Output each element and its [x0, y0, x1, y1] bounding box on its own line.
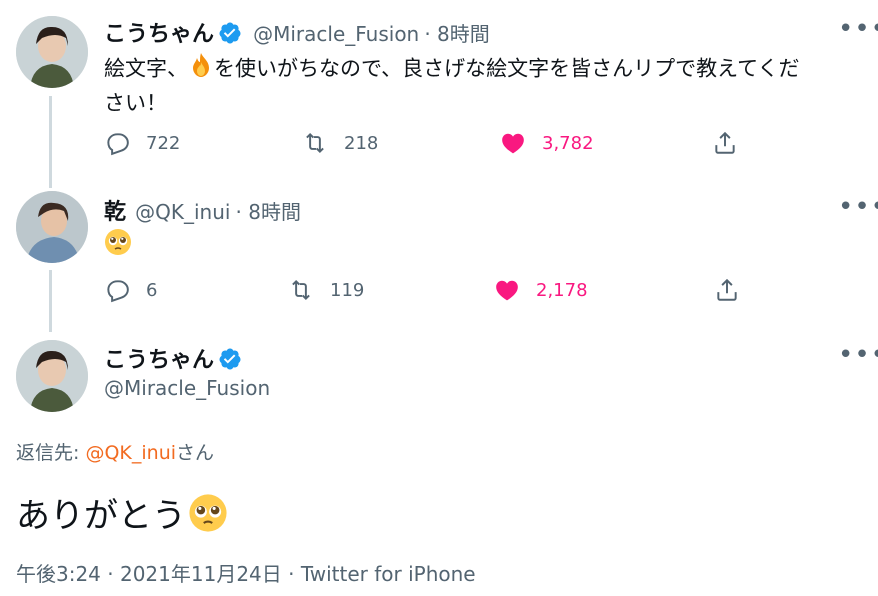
tweet-text-part: さい！: [104, 91, 167, 115]
retweet-count: 218: [344, 132, 379, 154]
tweet2-actions: 6 119 2,178: [104, 275, 844, 307]
share-button[interactable]: [714, 277, 740, 303]
reply-count: 6: [146, 279, 158, 301]
main-tweet-text: ありがとう: [16, 488, 228, 542]
main-name-row: こうちゃん: [104, 342, 242, 374]
reply-to-label: 返信先:: [16, 442, 80, 464]
reply-count: 722: [146, 132, 181, 154]
display-name[interactable]: こうちゃん: [104, 22, 214, 47]
heart-filled-icon: [496, 280, 518, 301]
retweet-icon: [306, 132, 324, 154]
thread-line: [49, 96, 52, 188]
display-name[interactable]: 乾: [104, 200, 126, 225]
tweet1-actions: 722 218 3,782: [104, 128, 844, 160]
avatar-kouchan[interactable]: [16, 16, 88, 88]
tweet-text-part: を使いがちなので、良さげな絵文字を皆さんリプで教えてくだ: [214, 56, 800, 81]
avatar-kouchan[interactable]: [16, 340, 88, 412]
reply-to-line: 返信先: @QK_inuiさん: [16, 438, 214, 465]
tweet-text: ありがとう: [16, 496, 186, 536]
more-options-icon[interactable]: •••: [838, 194, 878, 220]
tweet1-text: 絵文字、 を使いがちなので、良さげな絵文字を皆さんリプで教えてくだ さい！: [104, 52, 864, 119]
reply-mention-link[interactable]: @QK_inui: [85, 442, 176, 464]
like-button[interactable]: 3,782: [500, 130, 594, 156]
heart-filled-icon: [502, 133, 524, 154]
tweet2-header: 乾 @QK_inui · 8時間: [104, 194, 301, 226]
display-name[interactable]: こうちゃん: [104, 348, 214, 373]
tweet-text-part: 絵文字、: [104, 56, 188, 81]
share-icon: [715, 131, 735, 154]
timestamp[interactable]: · 8時間: [424, 22, 489, 46]
handle[interactable]: @QK_inui: [135, 200, 230, 224]
retweet-count: 119: [330, 279, 365, 301]
reply-icon: [107, 280, 129, 303]
tweet-timestamp-source[interactable]: 午後3:24 · 2021年11月24日 · Twitter for iPhon…: [16, 558, 476, 587]
thread-line: [49, 270, 52, 332]
pleading-face-emoji-icon: [188, 493, 228, 542]
reply-button[interactable]: 6: [104, 277, 157, 303]
like-count: 2,178: [536, 279, 588, 301]
more-options-icon[interactable]: •••: [838, 342, 878, 368]
share-button[interactable]: [712, 130, 738, 156]
like-button[interactable]: 2,178: [494, 277, 588, 303]
avatar-inui[interactable]: [16, 191, 88, 263]
pleading-face-emoji-icon: [104, 228, 132, 260]
fire-emoji-icon: [188, 52, 214, 87]
verified-badge-icon: [219, 22, 241, 44]
reply-to-suffix: さん: [176, 442, 215, 464]
share-icon: [717, 278, 737, 301]
handle[interactable]: @Miracle_Fusion: [253, 22, 419, 46]
like-count: 3,782: [542, 132, 594, 154]
reply-button[interactable]: 722: [104, 130, 180, 156]
timestamp[interactable]: · 8時間: [236, 200, 301, 224]
retweet-button[interactable]: 119: [288, 277, 364, 303]
retweet-button[interactable]: 218: [302, 130, 378, 156]
tweet1-header: こうちゃん @Miracle_Fusion · 8時間: [104, 16, 490, 48]
reply-icon: [107, 133, 129, 156]
retweet-icon: [292, 279, 310, 301]
more-options-icon[interactable]: •••: [838, 16, 878, 42]
verified-badge-icon: [219, 348, 241, 370]
handle[interactable]: @Miracle_Fusion: [104, 376, 270, 400]
